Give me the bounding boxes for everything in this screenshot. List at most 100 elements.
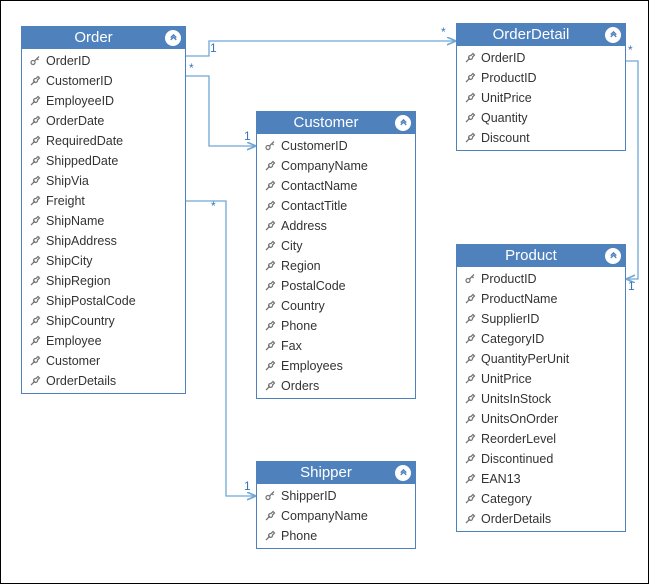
field-row[interactable]: CustomerID: [22, 71, 185, 91]
collapse-icon[interactable]: [165, 30, 181, 46]
field-row[interactable]: RequiredDate: [22, 131, 185, 151]
field-row[interactable]: OrderDetails: [22, 371, 185, 391]
field-row[interactable]: UnitsOnOrder: [457, 409, 625, 429]
wrench-icon: [463, 72, 477, 84]
wrench-icon: [263, 510, 277, 522]
field-row[interactable]: Employee: [22, 331, 185, 351]
field-row[interactable]: ContactName: [257, 176, 415, 196]
collapse-icon[interactable]: [605, 248, 621, 264]
field-row[interactable]: Employees: [257, 356, 415, 376]
wrench-icon: [463, 473, 477, 485]
field-row[interactable]: QuantityPerUnit: [457, 349, 625, 369]
entity-header[interactable]: Order: [22, 27, 185, 49]
field-row[interactable]: Customer: [22, 351, 185, 371]
field-row[interactable]: ShipCountry: [22, 311, 185, 331]
wrench-icon: [463, 92, 477, 104]
field-row[interactable]: CompanyName: [257, 506, 415, 526]
field-row[interactable]: Region: [257, 256, 415, 276]
field-row[interactable]: Discount: [457, 128, 625, 148]
entity-header[interactable]: Customer: [257, 112, 415, 134]
field-row[interactable]: ShipVia: [22, 171, 185, 191]
key-icon: [28, 55, 42, 67]
field-label: ShipCountry: [46, 314, 115, 328]
field-row[interactable]: OrderID: [22, 51, 185, 71]
field-row[interactable]: ShipAddress: [22, 231, 185, 251]
collapse-icon[interactable]: [395, 115, 411, 131]
entity-product[interactable]: ProductProductIDProductNameSupplierIDCat…: [456, 244, 626, 532]
wrench-icon: [463, 333, 477, 345]
wrench-icon: [463, 313, 477, 325]
entity-orderdetail[interactable]: OrderDetail OrderID ProductIDUnitPriceQuan…: [456, 23, 626, 151]
field-row[interactable]: UnitPrice: [457, 88, 625, 108]
entity-header[interactable]: OrderDetail: [457, 24, 625, 46]
wrench-icon: [28, 315, 42, 327]
field-row[interactable]: Fax: [257, 336, 415, 356]
field-row[interactable]: OrderDate: [22, 111, 185, 131]
field-row[interactable]: ReorderLevel: [457, 429, 625, 449]
field-row[interactable]: ShipName: [22, 211, 185, 231]
field-row[interactable]: ShipperID: [257, 486, 415, 506]
field-row[interactable]: ProductID: [457, 269, 625, 289]
field-label: UnitsInStock: [481, 392, 551, 406]
field-row[interactable]: SupplierID: [457, 309, 625, 329]
field-row[interactable]: ShippedDate: [22, 151, 185, 171]
field-row[interactable]: EmployeeID: [22, 91, 185, 111]
field-row[interactable]: Freight: [22, 191, 185, 211]
field-label: CompanyName: [281, 159, 368, 173]
wrench-icon: [28, 355, 42, 367]
field-row[interactable]: Orders: [257, 376, 415, 396]
field-row[interactable]: ShipCity: [22, 251, 185, 271]
multiplicity-label: 1: [628, 279, 635, 293]
field-label: Discontinued: [481, 452, 553, 466]
field-row[interactable]: Phone: [257, 526, 415, 546]
field-row[interactable]: CategoryID: [457, 329, 625, 349]
field-row[interactable]: ShipRegion: [22, 271, 185, 291]
field-label: Employees: [281, 359, 343, 373]
field-row[interactable]: ProductName: [457, 289, 625, 309]
field-row[interactable]: City: [257, 236, 415, 256]
collapse-icon[interactable]: [605, 27, 621, 43]
field-label: ShippedDate: [46, 154, 118, 168]
field-row[interactable]: Category: [457, 489, 625, 509]
field-row[interactable]: CustomerID: [257, 136, 415, 156]
field-row[interactable]: EAN13: [457, 469, 625, 489]
field-row[interactable]: ShipPostalCode: [22, 291, 185, 311]
wrench-icon: [263, 180, 277, 192]
wrench-icon: [28, 375, 42, 387]
field-row[interactable]: PostalCode: [257, 276, 415, 296]
field-label: RequiredDate: [46, 134, 123, 148]
field-label: OrderID: [481, 51, 525, 65]
field-label: Fax: [281, 339, 302, 353]
field-label: Customer: [46, 354, 100, 368]
field-row[interactable]: UnitsInStock: [457, 389, 625, 409]
collapse-icon[interactable]: [395, 465, 411, 481]
field-label: Phone: [281, 319, 317, 333]
entity-customer[interactable]: CustomerCustomerID CompanyName ContactName…: [256, 111, 416, 399]
field-label: PostalCode: [281, 279, 346, 293]
field-row[interactable]: Country: [257, 296, 415, 316]
field-row[interactable]: ContactTitle: [257, 196, 415, 216]
field-row[interactable]: OrderDetails: [457, 509, 625, 529]
field-row[interactable]: Address: [257, 216, 415, 236]
field-label: Discount: [481, 131, 530, 145]
entity-header[interactable]: Shipper: [257, 462, 415, 484]
field-row[interactable]: UnitPrice: [457, 369, 625, 389]
field-label: EmployeeID: [46, 94, 114, 108]
multiplicity-label: *: [189, 61, 194, 75]
field-row[interactable]: Phone: [257, 316, 415, 336]
field-row[interactable]: OrderID: [457, 48, 625, 68]
wrench-icon: [463, 413, 477, 425]
field-row[interactable]: ProductID: [457, 68, 625, 88]
entity-body: ShipperID CompanyNamePhone: [257, 484, 415, 548]
field-row[interactable]: Quantity: [457, 108, 625, 128]
wrench-icon: [463, 513, 477, 525]
field-label: Category: [481, 492, 532, 506]
entity-shipper[interactable]: Shipper ShipperID CompanyNamePhone: [256, 461, 416, 549]
field-label: ShipperID: [281, 489, 337, 503]
entity-order[interactable]: OrderOrderIDCustomerID EmployeeID OrderDat…: [21, 26, 186, 394]
field-label: ProductName: [481, 292, 557, 306]
entity-header[interactable]: Product: [457, 245, 625, 267]
field-label: OrderDetails: [481, 512, 551, 526]
field-row[interactable]: CompanyName: [257, 156, 415, 176]
field-row[interactable]: Discontinued: [457, 449, 625, 469]
